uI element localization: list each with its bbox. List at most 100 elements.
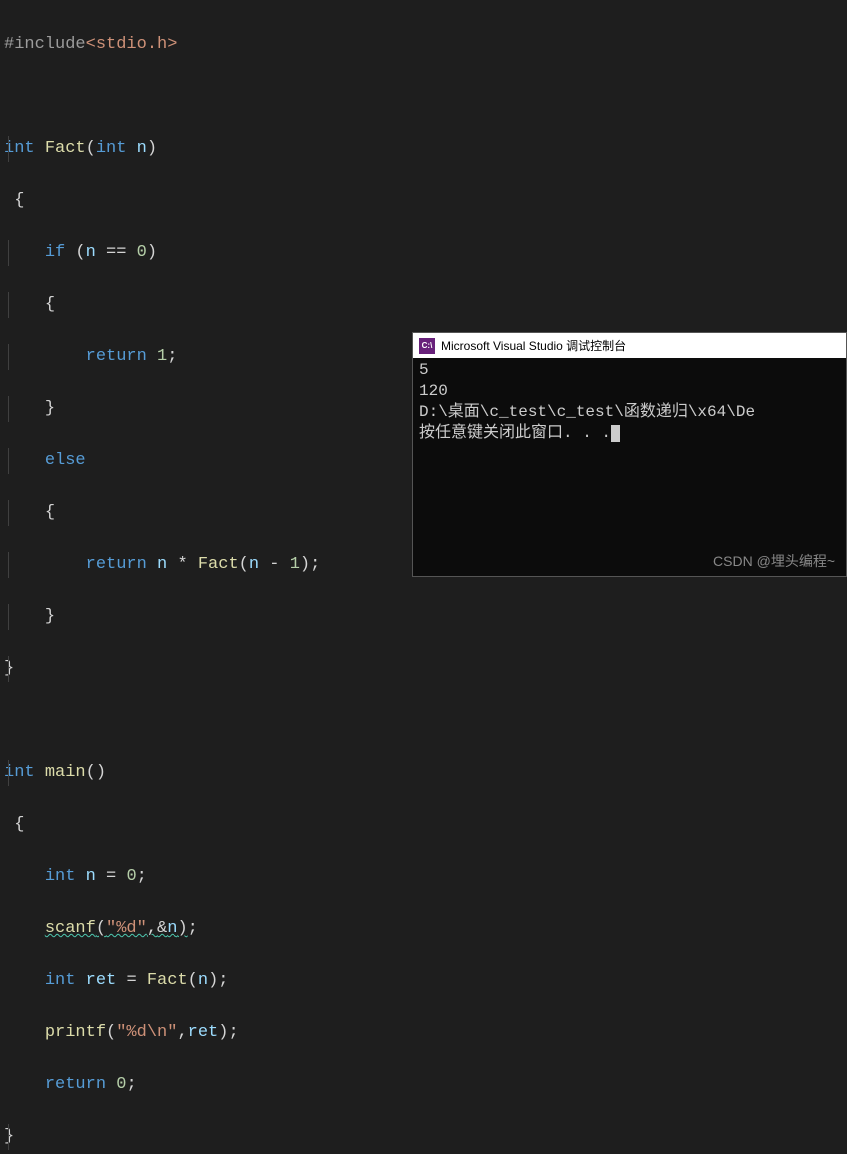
comma: , <box>147 919 157 938</box>
function-name: Fact <box>45 139 86 158</box>
string-literal: "%d\n" <box>116 1023 177 1042</box>
function-call: Fact <box>147 971 188 990</box>
function-call: scanf <box>45 919 96 938</box>
indent-guide <box>8 396 9 422</box>
number: 1 <box>157 347 167 366</box>
comma: , <box>177 1023 187 1042</box>
brace: { <box>45 503 55 522</box>
paren: ( <box>96 919 106 938</box>
function-call: Fact <box>198 555 239 574</box>
console-title: Microsoft Visual Studio 调试控制台 <box>441 337 626 354</box>
indent-guide <box>8 656 9 682</box>
brace: } <box>45 607 55 626</box>
indent-guide <box>8 292 9 318</box>
paren: ) <box>208 971 218 990</box>
number: 1 <box>290 555 300 574</box>
code-line: { <box>0 188 847 214</box>
brace: { <box>14 815 24 834</box>
code-line: } <box>0 604 847 630</box>
indent-guide <box>8 136 9 162</box>
vs-icon: C:\ <box>419 338 435 354</box>
semicolon: ; <box>126 1075 136 1094</box>
code-line: printf("%d\n",ret); <box>0 1020 847 1046</box>
function-name: main <box>45 763 86 782</box>
variable: n <box>249 555 259 574</box>
variable: n <box>167 919 177 938</box>
paren: ( <box>75 243 85 262</box>
semicolon: ; <box>188 919 198 938</box>
type-keyword: int <box>45 867 76 886</box>
code-line: if (n == 0) <box>0 240 847 266</box>
code-line: } <box>0 1124 847 1150</box>
semicolon: ; <box>310 555 320 574</box>
brace: } <box>45 399 55 418</box>
keyword-return: return <box>45 1075 106 1094</box>
indent-guide <box>8 500 9 526</box>
operator: - <box>269 555 279 574</box>
variable: n <box>86 867 96 886</box>
code-line: { <box>0 292 847 318</box>
indent-guide <box>8 760 9 786</box>
variable: ret <box>86 971 117 990</box>
number: 0 <box>116 1075 126 1094</box>
semicolon: ; <box>218 971 228 990</box>
keyword-return: return <box>86 347 147 366</box>
include-file: <stdio.h> <box>86 35 178 54</box>
number: 0 <box>137 243 147 262</box>
param-type: int <box>96 139 127 158</box>
icon-text: C:\ <box>422 341 433 350</box>
brace: } <box>4 1127 14 1146</box>
variable: n <box>86 243 96 262</box>
paren: ) <box>218 1023 228 1042</box>
console-titlebar[interactable]: C:\ Microsoft Visual Studio 调试控制台 <box>413 333 846 358</box>
string-literal: "%d" <box>106 919 147 938</box>
code-line: int ret = Fact(n); <box>0 968 847 994</box>
variable: n <box>198 971 208 990</box>
brace: { <box>14 191 24 210</box>
paren: ) <box>177 919 187 938</box>
paren: ) <box>147 139 157 158</box>
paren: ( <box>239 555 249 574</box>
code-editor[interactable]: #include<stdio.h> int Fact(int n) { if (… <box>0 0 847 1154</box>
variable: ret <box>188 1023 219 1042</box>
cursor-icon <box>611 425 620 442</box>
console-prompt-text: 按任意键关闭此窗口. . . <box>419 424 611 442</box>
brace: } <box>4 659 14 678</box>
keyword-else: else <box>45 451 86 470</box>
operator: * <box>177 555 187 574</box>
paren: ( <box>86 139 96 158</box>
semicolon: ; <box>167 347 177 366</box>
console-output-line: 按任意键关闭此窗口. . . <box>419 423 840 444</box>
brace: { <box>45 295 55 314</box>
semicolon: ; <box>228 1023 238 1042</box>
code-line: scanf("%d",&n); <box>0 916 847 942</box>
code-line <box>0 84 847 110</box>
indent-guide <box>8 344 9 370</box>
code-line: int n = 0; <box>0 864 847 890</box>
function-call: printf <box>45 1023 106 1042</box>
debug-console-window[interactable]: C:\ Microsoft Visual Studio 调试控制台 5120D:… <box>412 332 847 577</box>
operator: == <box>106 243 126 262</box>
number: 0 <box>126 867 136 886</box>
code-line: #include<stdio.h> <box>0 32 847 58</box>
paren: () <box>86 763 106 782</box>
keyword-if: if <box>45 243 65 262</box>
variable: n <box>157 555 167 574</box>
console-content[interactable]: 5120D:\桌面\c_test\c_test\函数递归\x64\De按任意键关… <box>413 358 846 446</box>
console-output-line: 120 <box>419 381 840 402</box>
watermark: CSDN @埋头编程~ <box>713 551 835 571</box>
paren: ) <box>300 555 310 574</box>
semicolon: ; <box>137 867 147 886</box>
indent-guide <box>8 604 9 630</box>
indent-guide <box>8 240 9 266</box>
operator: & <box>157 919 167 938</box>
console-output-line: 5 <box>419 360 840 381</box>
paren: ( <box>188 971 198 990</box>
code-line <box>0 708 847 734</box>
code-line: } <box>0 656 847 682</box>
paren: ) <box>147 243 157 262</box>
indent-guide <box>8 552 9 578</box>
code-line: int Fact(int n) <box>0 136 847 162</box>
operator: = <box>126 971 136 990</box>
param-name: n <box>137 139 147 158</box>
